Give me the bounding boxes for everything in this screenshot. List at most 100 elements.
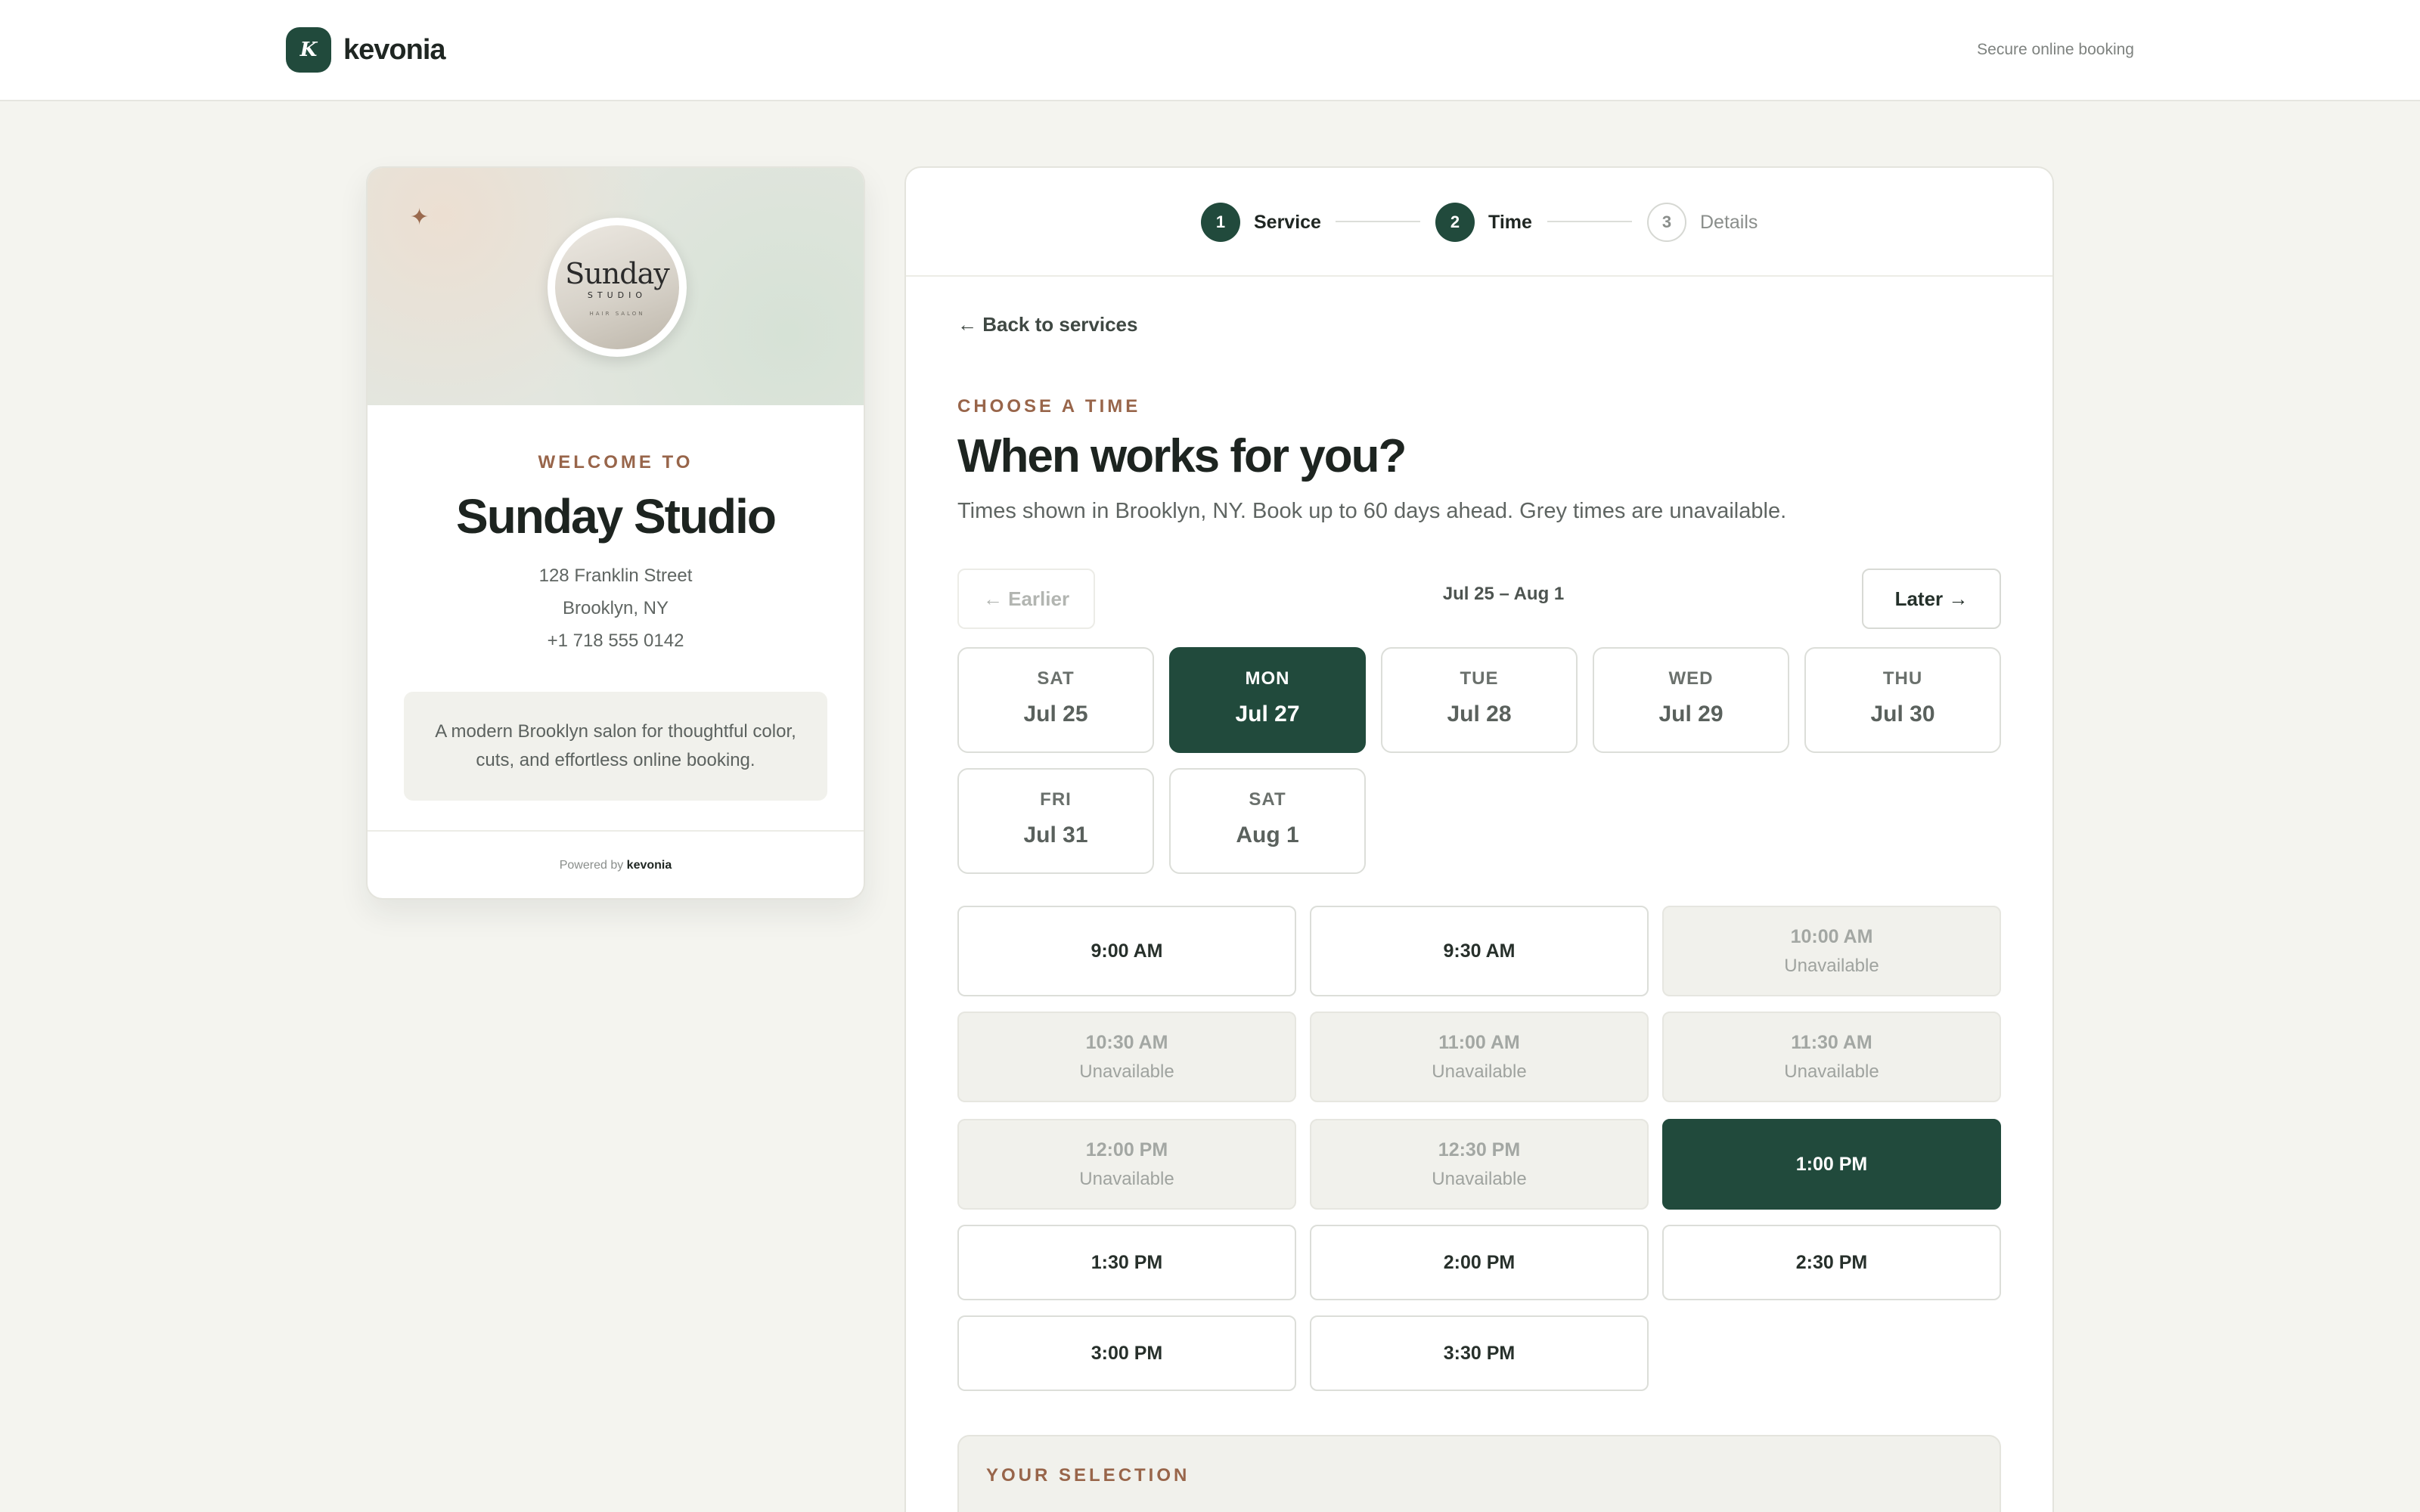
- day-date: Jul 28: [1447, 702, 1512, 727]
- time-slot-time: 9:30 AM: [1443, 940, 1516, 962]
- welcome-label: WELCOME TO: [538, 452, 693, 472]
- unavailable-label: Unavailable: [1784, 955, 1879, 976]
- store-name: Sunday Studio: [456, 489, 777, 544]
- store-info: WELCOME TO Sunday Studio 128 Franklin St…: [368, 405, 864, 801]
- store-address-line1: 128 Franklin Street: [538, 565, 693, 586]
- store-phone[interactable]: +1 718 555 0142: [368, 624, 864, 657]
- step-label: Details: [1700, 211, 1758, 233]
- unavailable-label: Unavailable: [1432, 1061, 1527, 1082]
- day-card-jul-30[interactable]: THU Jul 30: [1804, 647, 2001, 753]
- powered-by: Powered by kevonia: [368, 830, 864, 898]
- day-card-jul-28[interactable]: TUE Jul 28: [1381, 647, 1578, 753]
- time-slot-11-00-am: 11:00 AM Unavailable: [1310, 1012, 1649, 1102]
- secure-booking-note: Secure online booking: [1977, 41, 2134, 58]
- date-range-label: Jul 25 – Aug 1: [1442, 584, 1565, 604]
- time-slot-time: 1:30 PM: [1091, 1251, 1163, 1273]
- brand-mark-icon: K: [286, 27, 331, 73]
- day-card-jul-31[interactable]: FRI Jul 31: [957, 768, 1154, 874]
- store-address-line2: Brooklyn, NY: [562, 598, 669, 618]
- unavailable-label: Unavailable: [1079, 1061, 1174, 1082]
- day-date: Jul 27: [1235, 702, 1300, 727]
- time-slot-time: 3:30 PM: [1443, 1342, 1516, 1364]
- your-selection-title: YOUR SELECTION: [986, 1465, 1190, 1486]
- time-slot-time: 2:00 PM: [1443, 1251, 1516, 1273]
- time-slot-11-30-am: 11:30 AM Unavailable: [1662, 1012, 2001, 1102]
- time-slot-10-30-am: 10:30 AM Unavailable: [957, 1012, 1296, 1102]
- time-slot-time: 11:00 AM: [1438, 1031, 1520, 1053]
- day-of-week: THU: [1882, 668, 1923, 689]
- store-card: ✦ Sunday STUDIO HAIR SALON WELCOME TO Su…: [366, 166, 865, 900]
- logo-sub: STUDIO: [587, 290, 647, 300]
- time-slot-time: 9:00 AM: [1091, 940, 1163, 962]
- time-slot-9-00-am[interactable]: 9:00 AM: [957, 906, 1296, 996]
- time-slot-3-00-pm[interactable]: 3:00 PM: [957, 1315, 1296, 1391]
- step-details: 3 Details: [1647, 203, 1758, 242]
- day-date: Jul 30: [1870, 702, 1935, 727]
- logo-tiny: HAIR SALON: [589, 310, 645, 317]
- unavailable-label: Unavailable: [1784, 1061, 1879, 1082]
- timezone-note: Times shown in Brooklyn, NY. Book up to …: [957, 499, 1787, 523]
- time-slot-time: 12:30 PM: [1438, 1139, 1521, 1160]
- booking-panel: 1 Service 2 Time 3 Details ← Back to ser…: [904, 166, 2054, 1512]
- day-of-week: WED: [1668, 668, 1714, 689]
- powered-by-brand[interactable]: kevonia: [627, 859, 672, 872]
- day-of-week: SAT: [1249, 789, 1286, 810]
- time-slot-time: 10:30 AM: [1085, 1031, 1168, 1053]
- store-logo: Sunday STUDIO HAIR SALON: [548, 218, 687, 357]
- choose-time-eyebrow: CHOOSE A TIME: [957, 396, 1141, 417]
- day-card-jul-27[interactable]: MON Jul 27: [1169, 647, 1366, 753]
- time-slot-10-00-am: 10:00 AM Unavailable: [1662, 906, 2001, 996]
- logo-word: Sunday: [565, 256, 669, 290]
- day-of-week: TUE: [1460, 668, 1499, 689]
- top-bar: K kevonia Secure online booking: [0, 0, 2420, 101]
- time-slot-3-30-pm[interactable]: 3:30 PM: [1310, 1315, 1649, 1391]
- time-slot-12-30-pm: 12:30 PM Unavailable: [1310, 1119, 1649, 1210]
- step-number: 1: [1201, 203, 1240, 242]
- step-label: Service: [1254, 211, 1321, 233]
- day-date: Jul 31: [1023, 823, 1088, 847]
- later-button[interactable]: Later →: [1862, 569, 2001, 629]
- page-title: When works for you?: [957, 430, 1407, 482]
- day-card-aug-1[interactable]: SAT Aug 1: [1169, 768, 1366, 874]
- day-of-week: MON: [1245, 668, 1290, 689]
- day-date: Aug 1: [1236, 823, 1299, 847]
- store-description: A modern Brooklyn salon for thoughtful c…: [404, 692, 827, 801]
- day-of-week: FRI: [1040, 789, 1072, 810]
- stepper: 1 Service 2 Time 3 Details: [906, 168, 2052, 277]
- day-date: Jul 25: [1023, 702, 1088, 727]
- time-slot-12-00-pm: 12:00 PM Unavailable: [957, 1119, 1296, 1210]
- step-service[interactable]: 1 Service: [1201, 203, 1321, 242]
- step-time: 2 Time: [1435, 203, 1532, 242]
- time-slot-9-30-am[interactable]: 9:30 AM: [1310, 906, 1649, 996]
- time-slot-time: 10:00 AM: [1790, 925, 1873, 947]
- unavailable-label: Unavailable: [1432, 1168, 1527, 1189]
- powered-by-prefix: Powered by: [559, 859, 624, 872]
- day-card-jul-29[interactable]: WED Jul 29: [1593, 647, 1789, 753]
- sparkle-icon: ✦: [410, 205, 430, 230]
- time-slot-2-00-pm[interactable]: 2:00 PM: [1310, 1225, 1649, 1300]
- time-slot-time: 12:00 PM: [1085, 1139, 1168, 1160]
- brand-name: kevonia: [343, 33, 446, 66]
- step-number: 3: [1647, 203, 1686, 242]
- time-slot-time: 3:00 PM: [1091, 1342, 1163, 1364]
- time-slot-time: 11:30 AM: [1791, 1031, 1872, 1053]
- time-slot-time: 2:30 PM: [1795, 1251, 1868, 1273]
- step-connector: [1336, 221, 1420, 222]
- brand-logo[interactable]: K kevonia: [286, 27, 446, 73]
- unavailable-label: Unavailable: [1079, 1168, 1174, 1189]
- time-slot-1-30-pm[interactable]: 1:30 PM: [957, 1225, 1296, 1300]
- time-slot-1-00-pm[interactable]: 1:00 PM: [1662, 1119, 2001, 1210]
- earlier-button[interactable]: ← Earlier: [957, 569, 1095, 629]
- your-selection-panel: YOUR SELECTION: [957, 1435, 2001, 1512]
- step-label: Time: [1488, 211, 1532, 233]
- time-slot-2-30-pm[interactable]: 2:30 PM: [1662, 1225, 2001, 1300]
- day-date: Jul 29: [1658, 702, 1723, 727]
- day-card-jul-25[interactable]: SAT Jul 25: [957, 647, 1154, 753]
- back-to-services-link[interactable]: ← Back to services: [957, 313, 1137, 336]
- step-number: 2: [1435, 203, 1475, 242]
- step-connector: [1547, 221, 1632, 222]
- time-slot-time: 1:00 PM: [1795, 1153, 1868, 1175]
- day-of-week: SAT: [1037, 668, 1075, 689]
- store-hero: ✦ Sunday STUDIO HAIR SALON: [368, 168, 864, 405]
- store-logo-image: Sunday STUDIO HAIR SALON: [555, 225, 679, 349]
